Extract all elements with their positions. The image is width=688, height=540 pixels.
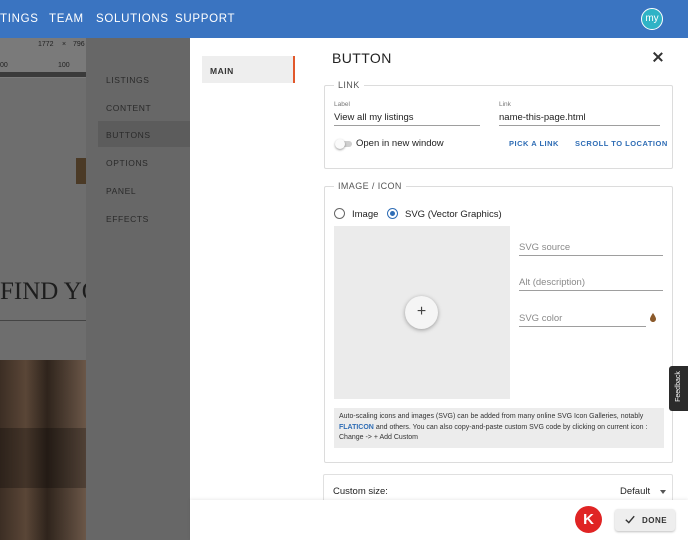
background-button: [76, 158, 86, 184]
user-avatar-badge[interactable]: K: [575, 506, 602, 533]
add-svg-button[interactable]: +: [405, 296, 438, 329]
radio-image-label: Image: [352, 209, 379, 220]
scroll-to-location-button[interactable]: SCROLL TO LOCATION: [575, 139, 668, 148]
submenu-item-effects[interactable]: EFFECTS: [106, 214, 149, 224]
custom-size-row: Custom size: Default: [323, 474, 673, 502]
top-nav-bar: TINGS TEAM SOLUTIONS SUPPORT my: [0, 0, 688, 38]
nav-item-solutions[interactable]: SOLUTIONS: [96, 13, 169, 25]
radio-svg-label: SVG (Vector Graphics): [405, 209, 502, 220]
feedback-label: Feedback: [675, 371, 682, 402]
info-text-start: Auto-scaling icons and images (SVG) can …: [339, 413, 644, 420]
radio-image[interactable]: [334, 208, 345, 219]
checkmark-icon: [625, 515, 635, 524]
svg-color-underline: [519, 326, 646, 327]
radio-svg[interactable]: [387, 208, 398, 219]
link-input-underline: [499, 125, 660, 126]
photo-shade: [0, 428, 86, 488]
editor-section-menu: LISTINGS CONTENT BUTTONS OPTIONS PANEL E…: [86, 38, 190, 540]
svg-source-underline: [519, 255, 663, 256]
chevron-down-icon[interactable]: [660, 490, 666, 494]
image-icon-legend: IMAGE / ICON: [334, 181, 406, 191]
hero-divider: [0, 320, 86, 321]
ruler-width: 1772: [38, 41, 54, 48]
nav-item-listings[interactable]: TINGS: [0, 13, 39, 25]
ruler-bar: [0, 72, 86, 77]
alt-description-input[interactable]: Alt (description): [519, 277, 585, 288]
link-section: [324, 85, 673, 169]
svg-info-note: Auto-scaling icons and images (SVG) can …: [334, 408, 664, 448]
toggle-knob: [335, 139, 345, 149]
ruler-mark: 100: [58, 62, 70, 69]
color-drop-icon[interactable]: [650, 313, 656, 322]
custom-size-label: Custom size:: [333, 486, 388, 497]
button-settings-dialog: MAIN BUTTON LINK Label View all my listi…: [190, 38, 688, 540]
close-icon[interactable]: [650, 50, 666, 66]
submenu-item-content[interactable]: CONTENT: [106, 103, 151, 113]
custom-size-select[interactable]: Default: [620, 486, 650, 497]
link-input[interactable]: name-this-page.html: [499, 112, 586, 123]
svg-color-input[interactable]: SVG color: [519, 313, 562, 324]
size-ruler: 1772 × 796 00 100: [0, 38, 86, 78]
alt-description-underline: [519, 290, 663, 291]
feedback-tab[interactable]: Feedback: [669, 366, 688, 411]
hero-heading: FIND YO: [0, 278, 100, 305]
ruler-mark: 00: [0, 62, 8, 69]
ruler-times: ×: [62, 41, 67, 48]
ruler-height: 796: [73, 41, 85, 48]
open-new-window-label: Open in new window: [356, 138, 444, 149]
submenu-item-listings[interactable]: LISTINGS: [106, 75, 150, 85]
submenu-item-options[interactable]: OPTIONS: [106, 158, 148, 168]
link-caption: Link: [499, 101, 511, 108]
tab-main-label: MAIN: [210, 66, 234, 76]
link-section-legend: LINK: [334, 80, 364, 90]
done-button[interactable]: DONE: [615, 509, 675, 531]
tab-main[interactable]: MAIN: [202, 56, 295, 83]
brand-logo-icon[interactable]: my: [641, 8, 663, 30]
pick-a-link-button[interactable]: PICK A LINK: [509, 139, 559, 148]
info-text-end: and others. You can also copy-and-paste …: [339, 423, 648, 442]
nav-item-support[interactable]: SUPPORT: [175, 13, 235, 25]
label-input-underline: [334, 125, 480, 126]
submenu-item-panel[interactable]: PANEL: [106, 186, 136, 196]
svg-source-input[interactable]: SVG source: [519, 242, 570, 253]
dialog-title: BUTTON: [332, 50, 392, 66]
flaticon-link[interactable]: FLATICON: [339, 424, 374, 431]
done-label: DONE: [642, 515, 668, 525]
submenu-item-buttons[interactable]: BUTTONS: [106, 130, 151, 140]
label-input[interactable]: View all my listings: [334, 112, 414, 123]
label-caption: Label: [334, 101, 350, 108]
dialog-footer: K DONE: [190, 500, 688, 540]
nav-item-team[interactable]: TEAM: [49, 13, 84, 25]
open-new-window-toggle[interactable]: [335, 139, 352, 149]
